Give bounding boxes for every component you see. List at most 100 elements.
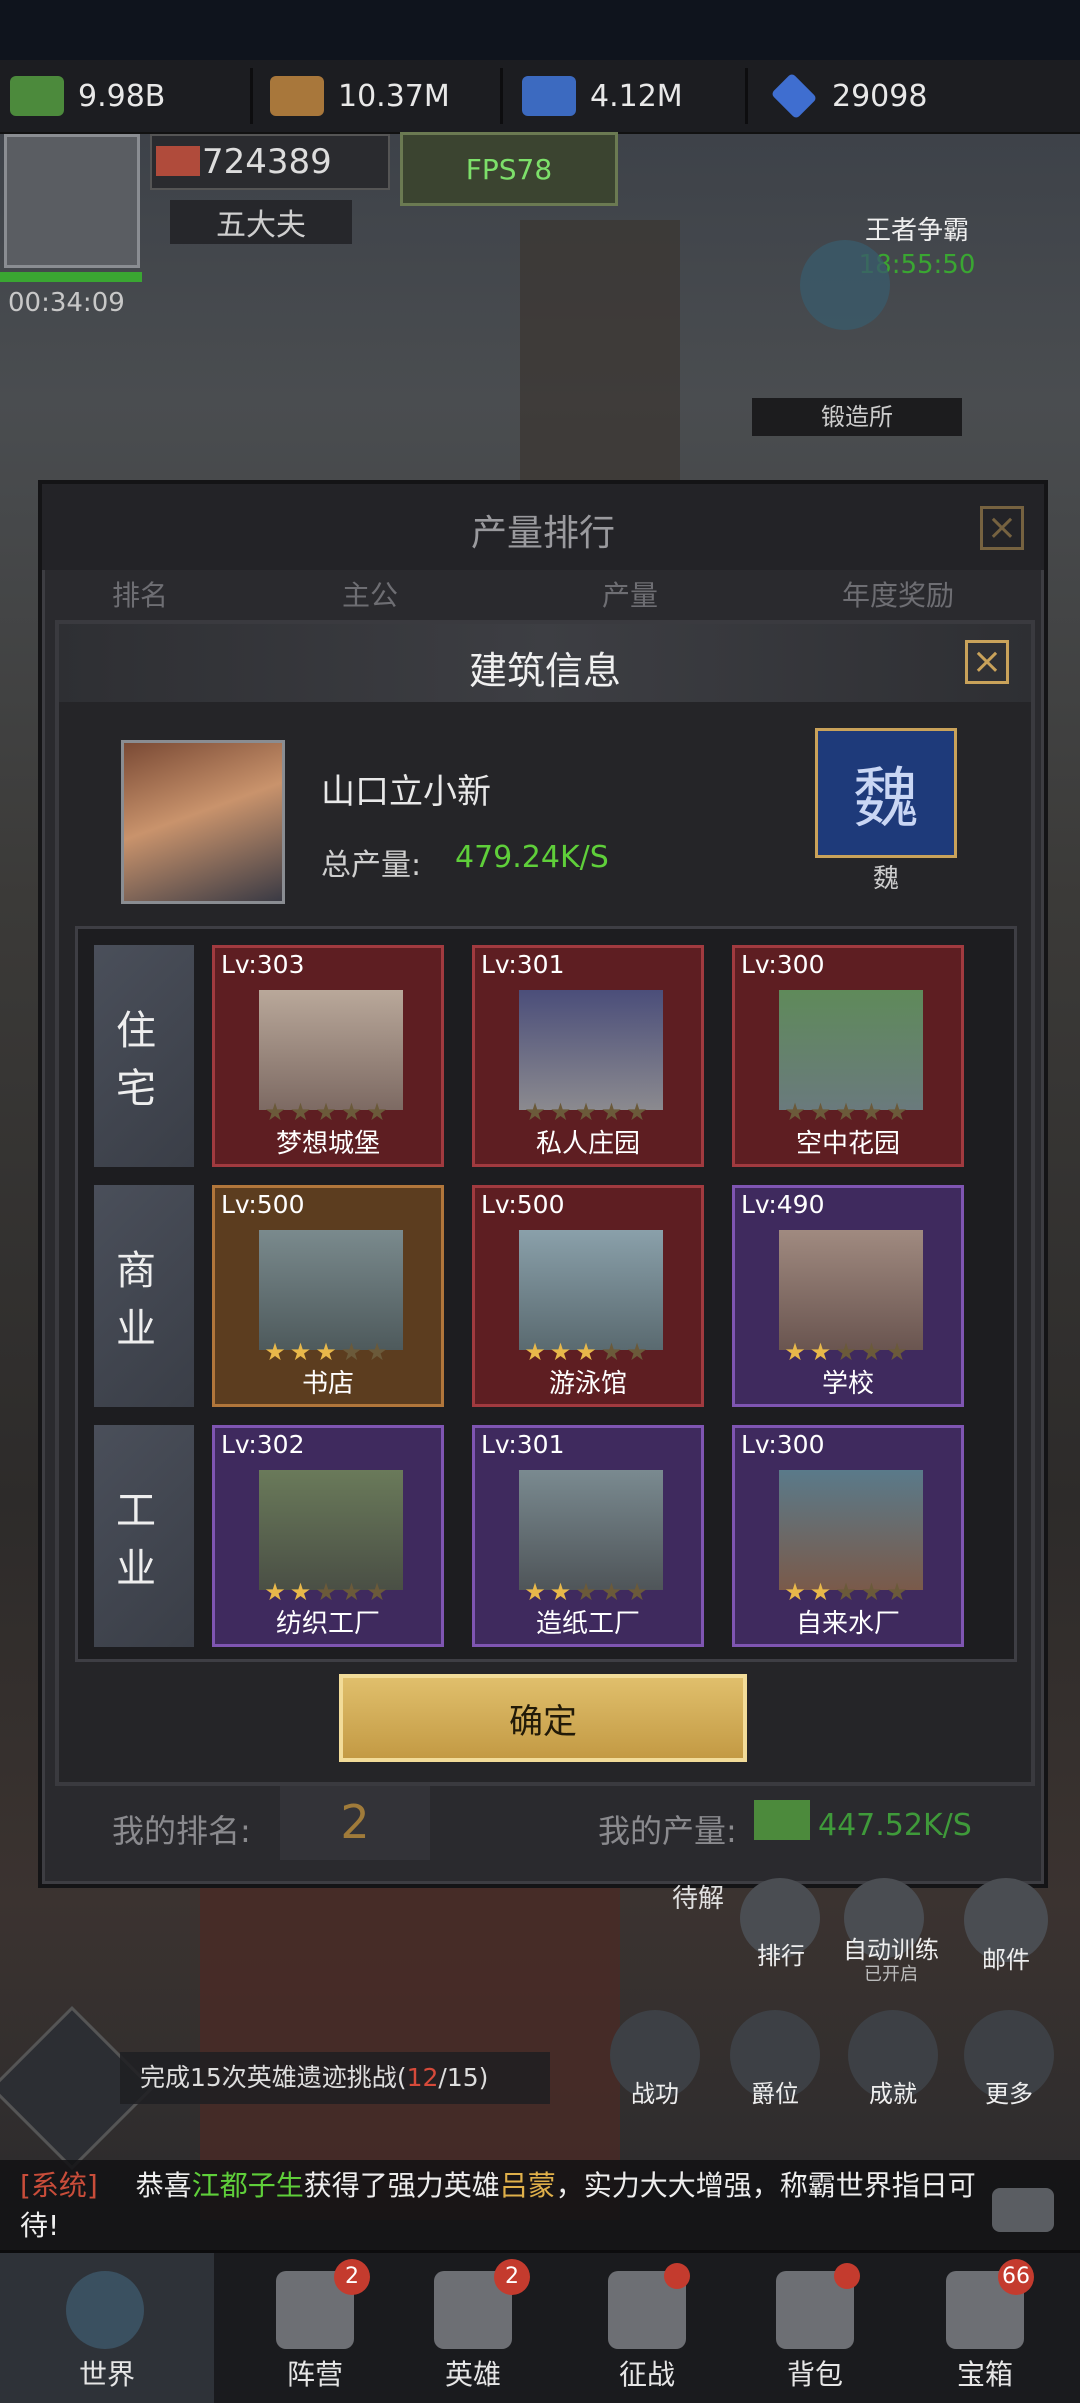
confirm-button[interactable]: 确定 [339,1674,747,1762]
building-info-modal: 建筑信息 × 山口立小新 总产量: 479.24K/S 魏 魏 住宅 Lv:30… [55,620,1035,1786]
lord-name: 山口立小新 [321,772,491,812]
chat-prefix: 恭喜 [135,2169,192,2202]
notification-badge: 2 [334,2259,370,2295]
chat-bar[interactable]: [系统] 恭喜江都子生获得了强力英雄吕蒙，实力大大增强，称霸世界指日可待! [0,2160,1080,2250]
quest-text: 完成15次英雄遗迹挑战 [140,2063,397,2092]
resource-bar: 9.98B 10.37M 4.12M 29098 [0,60,1080,134]
building-grid: 住宅 Lv:303 ★★★★★ 梦想城堡 Lv:301 ★★★★★ 私人庄园 L… [75,926,1017,1662]
building-card-dream-castle[interactable]: Lv:303 ★★★★★ 梦想城堡 [212,945,444,1167]
player-avatar[interactable] [4,134,140,268]
paper-factory-icon [519,1470,663,1590]
chat-player: 江都子生 [191,2169,304,2202]
nav-label: 阵营 [286,2358,343,2391]
nav-treasure[interactable]: 宝箱 66 [910,2253,1060,2403]
building-card-textile-factory[interactable]: Lv:302 ★★★★★ 纺织工厂 [212,1425,444,1647]
achievement-label[interactable]: 成就 [848,2074,938,2109]
nav-backpack[interactable]: 背包 [740,2253,890,2403]
building-card-sky-garden[interactable]: Lv:300 ★★★★★ 空中花园 [732,945,964,1167]
player-rank-title[interactable]: 五大夫 [170,200,352,244]
gun-icon [156,146,200,176]
building-name: 学校 [821,1369,874,1399]
building-level: Lv:302 [221,1430,305,1459]
nav-expedition[interactable]: 征战 [572,2253,722,2403]
player-exp-bar [0,272,142,282]
building-card-bookstore[interactable]: Lv:500 ★★★★★ 书店 [212,1185,444,1407]
building-info-header: 建筑信息 × [59,624,1031,702]
quest-current: 12 [406,2063,439,2092]
session-timer: 00:34:09 [8,288,125,318]
building-name: 空中花园 [795,1129,900,1159]
faction-banner: 魏 [815,728,957,858]
nobility-label[interactable]: 爵位 [730,2074,820,2109]
castle-icon [259,990,403,1110]
mail-button-label[interactable]: 邮件 [958,1940,1054,1975]
building-card-water-plant[interactable]: Lv:300 ★★★★★ 自来水厂 [732,1425,964,1647]
pending-label: 待解 [672,1884,725,1914]
building-level: Lv:500 [481,1190,565,1219]
ranking-button-label[interactable]: 排行 [736,1936,826,1971]
close-button[interactable]: × [965,640,1009,684]
lord-portrait [121,740,285,904]
building-level: Lv:301 [481,950,565,979]
building-info-title: 建筑信息 [468,649,621,693]
ranking-columns: 排名 主公 产量 年度奖励 [42,574,1044,624]
resource-energy[interactable]: 4.12M [522,60,683,132]
building-card-school[interactable]: Lv:490 ★★★★★ 学校 [732,1185,964,1407]
nav-label: 背包 [786,2358,843,2391]
quest-tracker[interactable]: 完成15次英雄遗迹挑战(12/15) [120,2052,550,2104]
nav-camp[interactable]: 阵营 2 [240,2253,390,2403]
battle-merit-label[interactable]: 战功 [610,2074,700,2109]
power-value: 724389 [202,142,332,182]
resource-food[interactable]: 10.37M [270,60,450,132]
diamond-value: 29098 [832,78,928,114]
building-name: 自来水厂 [795,1609,900,1639]
confirm-label: 确定 [509,1701,577,1742]
resource-cash[interactable]: 9.98B [10,60,165,132]
building-name: 私人庄园 [535,1129,640,1159]
more-label[interactable]: 更多 [964,2074,1054,2109]
star-rating: ★★★★★ [784,1338,912,1366]
building-name: 书店 [301,1369,354,1399]
notification-dot [664,2263,690,2289]
star-rating: ★★★★★ [524,1338,652,1366]
building-card-private-manor[interactable]: Lv:301 ★★★★★ 私人庄园 [472,945,704,1167]
nav-world[interactable]: 世界 [0,2253,214,2403]
bottom-navigation: 世界 阵营 2 英雄 2 征战 背包 宝箱 66 [0,2250,1080,2403]
building-name: 梦想城堡 [275,1129,380,1159]
faction-emblem-text: 魏 [853,760,919,837]
close-icon: × [971,641,1003,682]
divider [500,68,503,124]
building-level: Lv:303 [221,950,305,979]
quest-total: 15 [446,2063,479,2092]
energy-value: 4.12M [590,78,683,114]
world-icon [66,2271,144,2349]
building-name: 游泳馆 [548,1369,627,1399]
nav-hero[interactable]: 英雄 2 [398,2253,548,2403]
building-card-paper-factory[interactable]: Lv:301 ★★★★★ 造纸工厂 [472,1425,704,1647]
star-rating: ★★★★★ [264,1578,392,1606]
divider [250,68,253,124]
garden-icon [779,990,923,1110]
compass-icon[interactable] [800,240,890,330]
fps-indicator: FPS78 [400,132,618,206]
chat-bubble-icon[interactable] [992,2188,1054,2232]
my-rank-label: 我的排名: [112,1812,251,1850]
nav-label: 世界 [78,2358,135,2391]
ranking-header: 产量排行 × [42,484,1044,570]
chat-message: [系统] 恭喜江都子生获得了强力英雄吕蒙，实力大大增强，称霸世界指日可待! [20,2166,980,2246]
star-rating: ★★★★★ [784,1578,912,1606]
resource-diamond[interactable]: 29098 [770,60,927,132]
chat-hero: 吕蒙 [499,2169,556,2202]
column-annual-reward: 年度奖励 [842,579,955,612]
my-rank-value: 2 [280,1784,430,1860]
star-rating: ★★★★★ [784,1098,912,1126]
nav-label: 英雄 [444,2358,501,2391]
star-rating: ★★★★★ [264,1338,392,1366]
building-level: Lv:500 [221,1190,305,1219]
star-rating: ★★★★★ [524,1578,652,1606]
building-card-swimming-hall[interactable]: Lv:500 ★★★★★ 游泳馆 [472,1185,704,1407]
ranking-close-button[interactable]: × [980,506,1024,550]
forge-label[interactable]: 锻造所 [752,398,962,436]
textile-factory-icon [259,1470,403,1590]
close-icon: × [986,507,1018,548]
